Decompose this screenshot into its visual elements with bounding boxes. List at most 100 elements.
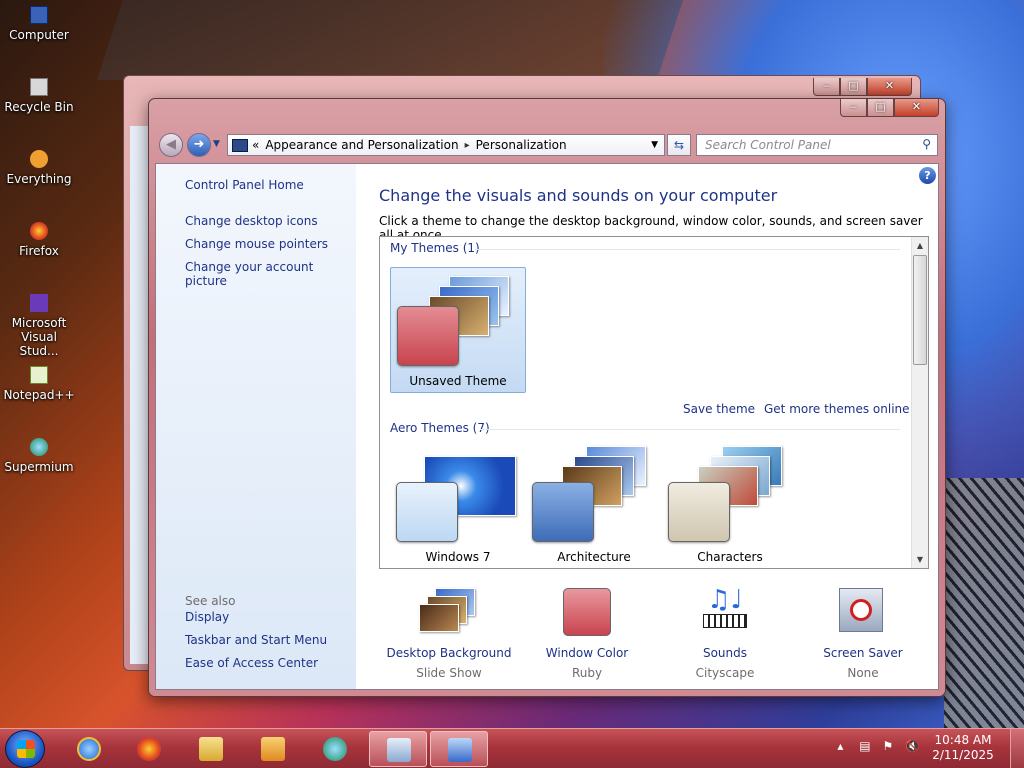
desktop-background-label[interactable]: Desktop Background <box>379 646 519 660</box>
system-tray: ▴ ▤ ⚑ 🔇 <box>837 739 920 753</box>
everything-icon <box>30 150 48 168</box>
desktop-icon-computer[interactable]: Computer <box>0 6 78 42</box>
clock[interactable]: 10:48 AM 2/11/2025 <box>928 733 998 763</box>
computer-icon <box>30 6 48 24</box>
save-theme-link[interactable]: Save theme <box>683 402 755 416</box>
scroll-up-arrow[interactable]: ▲ <box>912 237 928 254</box>
window-app-icon <box>387 738 411 762</box>
help-icon[interactable]: ? <box>919 167 936 184</box>
page-title: Change the visuals and sounds on your co… <box>379 186 778 205</box>
see-also-display[interactable]: Display <box>185 610 229 624</box>
action-center-flag-icon[interactable]: ⚑ <box>882 739 893 753</box>
theme-label: Architecture <box>557 550 631 564</box>
maximize-button[interactable]: □ <box>867 99 894 117</box>
desktop-icon-firefox[interactable]: Firefox <box>0 222 78 258</box>
scroll-down-arrow[interactable]: ▼ <box>912 551 928 568</box>
see-also-taskbar[interactable]: Taskbar and Start Menu <box>185 633 327 647</box>
recycle-bin-icon <box>30 78 48 96</box>
search-icon[interactable]: ⚲ <box>922 137 931 151</box>
supermium-icon <box>323 737 347 761</box>
screen-saver-label[interactable]: Screen Saver <box>793 646 933 660</box>
screen-saver-value: None <box>847 666 879 680</box>
theme-label: Characters <box>697 550 763 564</box>
clock-time: 10:48 AM <box>934 733 992 747</box>
recent-pages-dropdown[interactable]: ▼ <box>213 139 220 149</box>
screen-saver-icon <box>839 588 883 632</box>
background-window-controls: ‒ □ ✕ <box>813 78 912 96</box>
theme-tile-characters[interactable]: Characters <box>662 442 798 568</box>
taskbar-explorer[interactable] <box>182 731 240 767</box>
refresh-button[interactable]: ⇆ <box>667 134 691 156</box>
taskbar-firefox[interactable] <box>120 731 178 767</box>
personalization-window: ‒ □ ✕ ◀ ➜ ▼ « Appearance and Personaliza… <box>148 98 946 697</box>
breadcrumb-appearance[interactable]: Appearance and Personalization <box>265 138 458 152</box>
theme-color-swatch <box>532 482 594 542</box>
maximize-button[interactable]: □ <box>840 78 867 96</box>
sidebar-link-control-panel-home[interactable]: Control Panel Home <box>185 178 304 192</box>
start-button[interactable] <box>5 730 45 768</box>
desktop-icon-supermium[interactable]: Supermium <box>0 438 78 474</box>
sounds-value: Cityscape <box>695 666 755 680</box>
sidebar-link-mouse-pointers[interactable]: Change mouse pointers <box>185 237 328 251</box>
theme-color-swatch <box>396 482 458 542</box>
taskbar-media-player[interactable] <box>244 731 302 767</box>
taskbar-control-panel[interactable] <box>430 731 488 767</box>
theme-label: Unsaved Theme <box>409 374 507 388</box>
minimize-button[interactable]: ‒ <box>840 99 867 117</box>
notepadpp-icon <box>30 366 48 384</box>
back-button[interactable]: ◀ <box>159 133 183 157</box>
address-dropdown-icon[interactable]: ▼ <box>651 140 658 150</box>
theme-color-swatch <box>668 482 730 542</box>
supermium-icon <box>30 438 48 456</box>
control-panel-icon <box>232 138 248 152</box>
theme-gallery[interactable]: My Themes (1) Unsaved Theme Save theme G… <box>379 236 929 569</box>
show-hidden-icons-button[interactable]: ▴ <box>837 739 843 753</box>
taskbar-window-app[interactable] <box>369 731 427 767</box>
desktop-icon-recycle-bin[interactable]: Recycle Bin <box>0 78 78 114</box>
breadcrumb-separator[interactable]: ▸ <box>465 140 470 151</box>
breadcrumb-root-chevrons[interactable]: « <box>252 138 259 152</box>
group-divider <box>480 429 900 430</box>
gallery-scrollbar[interactable]: ▲ ▼ <box>911 237 928 568</box>
sidebar-link-desktop-icons[interactable]: Change desktop icons <box>185 214 318 228</box>
sounds-label[interactable]: Sounds <box>655 646 795 660</box>
search-input[interactable]: Search Control Panel ⚲ <box>696 134 938 156</box>
scroll-thumb[interactable] <box>913 255 927 365</box>
minimize-button[interactable]: ‒ <box>813 78 840 96</box>
window-color-icon <box>563 588 611 636</box>
internet-explorer-icon <box>77 737 101 761</box>
desktop-icon-visual-studio[interactable]: Microsoft Visual Stud... <box>0 294 78 358</box>
volume-muted-icon[interactable]: 🔇 <box>905 739 920 753</box>
theme-color-swatch <box>397 306 459 366</box>
forward-button[interactable]: ➜ <box>187 133 211 157</box>
see-also-ease-of-access[interactable]: Ease of Access Center <box>185 656 318 670</box>
show-desktop-button[interactable] <box>1010 729 1024 768</box>
theme-tile-architecture[interactable]: Architecture <box>526 442 662 568</box>
get-more-themes-link[interactable]: Get more themes online <box>764 402 910 416</box>
theme-tile-unsaved[interactable]: Unsaved Theme <box>390 267 526 393</box>
window-color-label[interactable]: Window Color <box>517 646 657 660</box>
desktop-icon-notepadpp[interactable]: Notepad++ <box>0 366 78 402</box>
visual-studio-icon <box>30 294 48 312</box>
network-icon[interactable]: ▤ <box>859 739 870 753</box>
theme-label: Windows 7 <box>425 550 491 564</box>
content-area: Control Panel Home Change desktop icons … <box>155 163 939 690</box>
aero-themes-header: Aero Themes (7) <box>390 421 490 435</box>
my-themes-header: My Themes (1) <box>390 241 480 255</box>
clock-date: 2/11/2025 <box>932 748 994 762</box>
breadcrumb-personalization[interactable]: Personalization <box>476 138 567 152</box>
taskbar-supermium[interactable] <box>306 731 364 767</box>
theme-tile-windows7[interactable]: Windows 7 <box>390 442 526 568</box>
wallpaper-shape <box>97 0 683 80</box>
address-bar[interactable]: « Appearance and Personalization ▸ Perso… <box>227 134 665 156</box>
desktop-icon-everything[interactable]: Everything <box>0 150 78 186</box>
firefox-icon <box>137 737 161 761</box>
close-button[interactable]: ✕ <box>867 78 912 96</box>
desktop-background-value: Slide Show <box>416 666 482 680</box>
firefox-icon <box>30 222 48 240</box>
control-panel-icon <box>448 738 472 762</box>
sidebar-link-account-picture[interactable]: Change your account picture <box>185 260 356 288</box>
see-also-label: See also <box>185 594 236 608</box>
taskbar-ie[interactable] <box>60 731 118 767</box>
close-button[interactable]: ✕ <box>894 99 939 117</box>
